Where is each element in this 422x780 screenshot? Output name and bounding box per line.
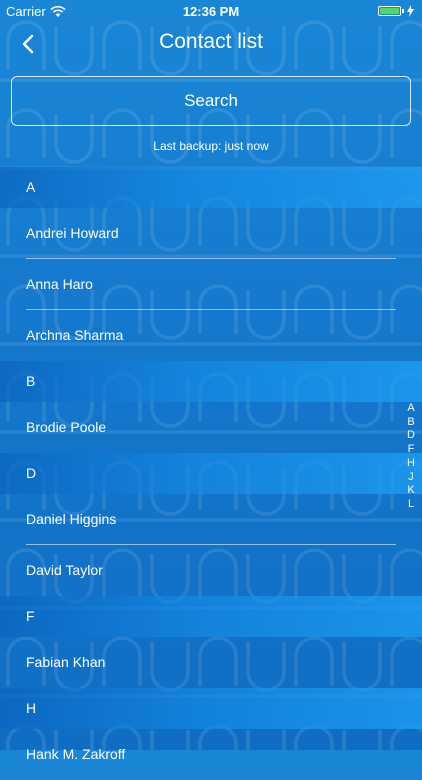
status-bar: Carrier 12:36 PM bbox=[0, 0, 422, 22]
index-letter-j[interactable]: J bbox=[408, 471, 414, 485]
page-title: Contact list bbox=[159, 30, 263, 53]
section-header-f: F bbox=[0, 596, 422, 637]
contact-list: A Andrei Howard Anna Haro Archna Sharma B Bro… bbox=[0, 167, 422, 780]
status-time: 12:36 PM bbox=[182, 4, 240, 19]
section-header-b: B bbox=[0, 361, 422, 402]
battery bbox=[378, 5, 414, 17]
contact-row[interactable]: David Taylor bbox=[0, 545, 422, 596]
section-header-h: H bbox=[0, 688, 422, 729]
navigation-bar: Contact list bbox=[0, 22, 422, 66]
alphabet-index[interactable]: ABDFHJKL bbox=[404, 402, 418, 512]
contact-row[interactable]: Archna Sharma bbox=[0, 310, 422, 361]
backup-status: Last backup: just now bbox=[153, 139, 269, 153]
contact-row[interactable]: Anna Haro bbox=[0, 259, 422, 310]
index-letter-k[interactable]: K bbox=[407, 484, 414, 498]
contact-row[interactable]: Daniel Higgins bbox=[0, 494, 422, 545]
contact-row[interactable]: Brodie Poole bbox=[0, 402, 422, 453]
index-letter-a[interactable]: A bbox=[407, 402, 414, 416]
contact-row[interactable]: Hank M. Zakroff bbox=[0, 729, 422, 780]
section-header-a: A bbox=[0, 167, 422, 208]
index-letter-h[interactable]: H bbox=[407, 457, 415, 471]
battery-icon bbox=[378, 6, 401, 16]
contact-row[interactable]: Fabian Khan bbox=[0, 637, 422, 688]
index-letter-b[interactable]: B bbox=[407, 416, 414, 430]
index-letter-f[interactable]: F bbox=[408, 443, 415, 457]
charging-icon bbox=[407, 5, 414, 17]
search-input[interactable] bbox=[11, 76, 411, 126]
contact-row[interactable]: Andrei Howard bbox=[0, 208, 422, 259]
section-header-d: D bbox=[0, 453, 422, 494]
index-letter-d[interactable]: D bbox=[407, 429, 415, 443]
index-letter-l[interactable]: L bbox=[408, 498, 414, 512]
